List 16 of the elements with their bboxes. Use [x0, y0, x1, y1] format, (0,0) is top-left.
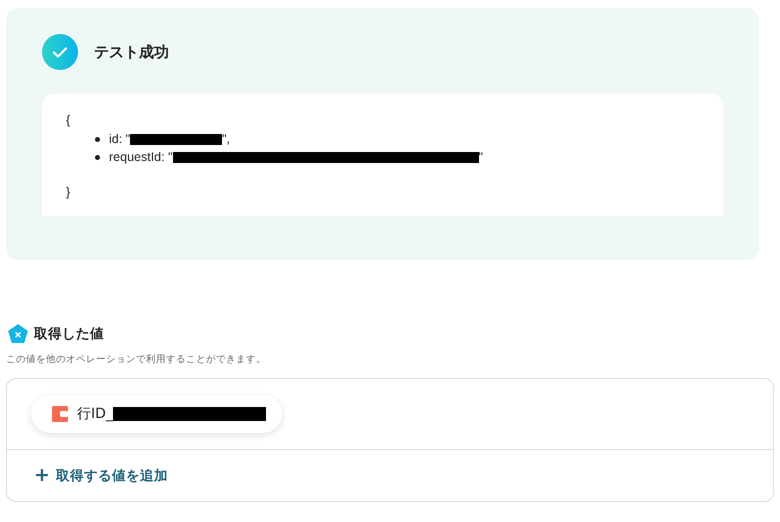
field-end: ",: [222, 132, 230, 146]
section-description: この値を他のオペレーションで利用することができます。: [6, 353, 267, 366]
close-brace: }: [66, 184, 70, 201]
add-value-button[interactable]: + 取得する値を追加: [34, 466, 168, 485]
check-icon: [42, 34, 78, 70]
value-chip[interactable]: 行ID_: [31, 395, 282, 433]
bullet-icon: [95, 154, 100, 160]
section-title: 取得した値: [34, 325, 104, 343]
field-key: id: ": [109, 132, 130, 146]
field-key: requestId: ": [109, 150, 173, 164]
bullet-icon: [95, 136, 100, 142]
open-brace: {: [66, 112, 70, 129]
pentagon-icon: [8, 324, 28, 344]
app-logo-icon: [52, 406, 68, 422]
result-title: テスト成功: [94, 42, 169, 62]
field-end: ": [478, 150, 483, 164]
